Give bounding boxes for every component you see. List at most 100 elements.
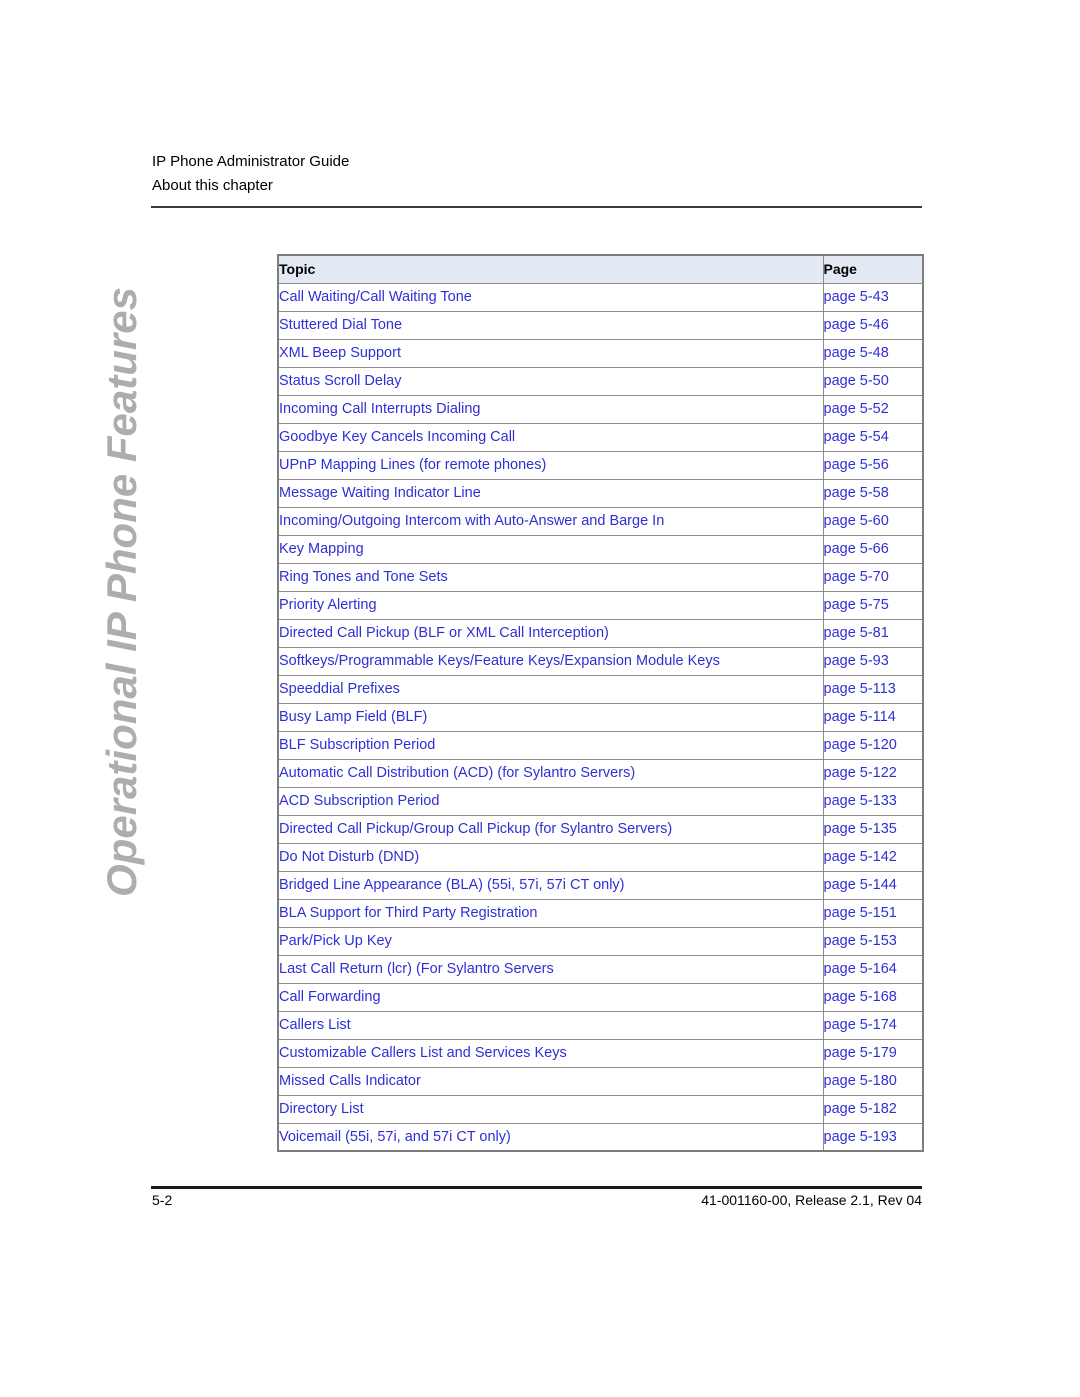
page-link[interactable]: page 5-151 <box>822 898 924 928</box>
page-link[interactable]: page 5-144 <box>822 870 924 900</box>
page-link[interactable]: page 5-193 <box>822 1122 924 1152</box>
topic-link[interactable]: Incoming/Outgoing Intercom with Auto-Ans… <box>277 506 824 536</box>
page-link[interactable]: page 5-164 <box>822 954 924 984</box>
topic-link[interactable]: Last Call Return (lcr) (For Sylantro Ser… <box>277 954 824 984</box>
page-link[interactable]: page 5-135 <box>822 814 924 844</box>
page-link[interactable]: page 5-58 <box>822 478 924 508</box>
table-header: Topic Page <box>277 254 924 284</box>
topic-link[interactable]: BLA Support for Third Party Registration <box>277 898 824 928</box>
page-link[interactable]: page 5-43 <box>822 282 924 312</box>
topic-link[interactable]: BLF Subscription Period <box>277 730 824 760</box>
table-row: Directory List page 5-182 <box>277 1094 924 1124</box>
topic-link[interactable]: Goodbye Key Cancels Incoming Call <box>277 422 824 452</box>
table-row: Directed Call Pickup (BLF or XML Call In… <box>277 618 924 648</box>
page-link[interactable]: page 5-75 <box>822 590 924 620</box>
page-link[interactable]: page 5-66 <box>822 534 924 564</box>
topic-link[interactable]: Voicemail (55i, 57i, and 57i CT only) <box>277 1122 824 1152</box>
topic-link[interactable]: Park/Pick Up Key <box>277 926 824 956</box>
table-row: Speeddial Prefixes page 5-113 <box>277 674 924 704</box>
topic-link[interactable]: Incoming Call Interrupts Dialing <box>277 394 824 424</box>
table-row: Incoming/Outgoing Intercom with Auto-Ans… <box>277 506 924 536</box>
page-link[interactable]: page 5-179 <box>822 1038 924 1068</box>
table-row: Priority Alerting page 5-75 <box>277 590 924 620</box>
page-link[interactable]: page 5-48 <box>822 338 924 368</box>
page-link[interactable]: page 5-153 <box>822 926 924 956</box>
table-row: Bridged Line Appearance (BLA) (55i, 57i,… <box>277 870 924 900</box>
topic-link[interactable]: UPnP Mapping Lines (for remote phones) <box>277 450 824 480</box>
topic-link[interactable]: Bridged Line Appearance (BLA) (55i, 57i,… <box>277 870 824 900</box>
table-body: Call Waiting/Call Waiting Tone page 5-43 S… <box>277 282 924 1152</box>
page-link[interactable]: page 5-180 <box>822 1066 924 1096</box>
table-row: Voicemail (55i, 57i, and 57i CT only) pag… <box>277 1122 924 1152</box>
page-link[interactable]: page 5-70 <box>822 562 924 592</box>
page-link[interactable]: page 5-56 <box>822 450 924 480</box>
topic-link[interactable]: Stuttered Dial Tone <box>277 310 824 340</box>
footer-page-number: 5-2 <box>152 1192 173 1208</box>
topic-link[interactable]: Busy Lamp Field (BLF) <box>277 702 824 732</box>
page-link[interactable]: page 5-122 <box>822 758 924 788</box>
page-link[interactable]: page 5-54 <box>822 422 924 452</box>
topic-link[interactable]: Call Waiting/Call Waiting Tone <box>277 282 824 312</box>
topic-link[interactable]: Speeddial Prefixes <box>277 674 824 704</box>
page-link[interactable]: page 5-60 <box>822 506 924 536</box>
table-header-row: Topic Page <box>277 254 924 284</box>
table-row: BLA Support for Third Party Registration… <box>277 898 924 928</box>
topic-link[interactable]: Missed Calls Indicator <box>277 1066 824 1096</box>
topic-link[interactable]: Key Mapping <box>277 534 824 564</box>
chapter-section-title: About this chapter <box>152 177 273 194</box>
header-divider-rule <box>151 206 922 208</box>
table-row: Status Scroll Delay page 5-50 <box>277 366 924 396</box>
table-row: Last Call Return (lcr) (For Sylantro Ser… <box>277 954 924 984</box>
table-row: Call Waiting/Call Waiting Tone page 5-43 <box>277 282 924 312</box>
page-link[interactable]: page 5-114 <box>822 702 924 732</box>
topic-link[interactable]: Do Not Disturb (DND) <box>277 842 824 872</box>
table-row: Goodbye Key Cancels Incoming Call page 5-… <box>277 422 924 452</box>
page-link[interactable]: page 5-50 <box>822 366 924 396</box>
page-link[interactable]: page 5-113 <box>822 674 924 704</box>
topic-link[interactable]: Call Forwarding <box>277 982 824 1012</box>
topic-link[interactable]: Priority Alerting <box>277 590 824 620</box>
topic-link[interactable]: ACD Subscription Period <box>277 786 824 816</box>
table-row: Busy Lamp Field (BLF) page 5-114 <box>277 702 924 732</box>
page-link[interactable]: page 5-81 <box>822 618 924 648</box>
footer-document-id: 41-001160-00, Release 2.1, Rev 04 <box>701 1192 922 1208</box>
page-link[interactable]: page 5-133 <box>822 786 924 816</box>
page-link[interactable]: page 5-174 <box>822 1010 924 1040</box>
page-link[interactable]: page 5-182 <box>822 1094 924 1124</box>
table-row: ACD Subscription Period page 5-133 <box>277 786 924 816</box>
table-row: Customizable Callers List and Services K… <box>277 1038 924 1068</box>
table-row: XML Beep Support page 5-48 <box>277 338 924 368</box>
topic-link[interactable]: Softkeys/Programmable Keys/Feature Keys/… <box>277 646 824 676</box>
page-running-header: IP Phone Administrator Guide About this … <box>152 150 922 198</box>
page-link[interactable]: page 5-46 <box>822 310 924 340</box>
page-link[interactable]: page 5-168 <box>822 982 924 1012</box>
topic-link[interactable]: Automatic Call Distribution (ACD) (for S… <box>277 758 824 788</box>
topic-link[interactable]: Directed Call Pickup/Group Call Pickup (… <box>277 814 824 844</box>
column-header-topic: Topic <box>277 254 824 284</box>
table-row: Message Waiting Indicator Line page 5-58 <box>277 478 924 508</box>
page-link[interactable]: page 5-52 <box>822 394 924 424</box>
topic-link[interactable]: Callers List <box>277 1010 824 1040</box>
table-row: Directed Call Pickup/Group Call Pickup (… <box>277 814 924 844</box>
table-row: Key Mapping page 5-66 <box>277 534 924 564</box>
topic-link[interactable]: Status Scroll Delay <box>277 366 824 396</box>
table-row: Missed Calls Indicator page 5-180 <box>277 1066 924 1096</box>
topic-link[interactable]: XML Beep Support <box>277 338 824 368</box>
page-link[interactable]: page 5-93 <box>822 646 924 676</box>
chapter-side-tab-label: Operational IP Phone Features <box>98 287 145 897</box>
table-row: Softkeys/Programmable Keys/Feature Keys/… <box>277 646 924 676</box>
topic-link[interactable]: Customizable Callers List and Services K… <box>277 1038 824 1068</box>
page-link[interactable]: page 5-142 <box>822 842 924 872</box>
topic-link[interactable]: Message Waiting Indicator Line <box>277 478 824 508</box>
table-row: Incoming Call Interrupts Dialing page 5-5… <box>277 394 924 424</box>
table-row: Callers List page 5-174 <box>277 1010 924 1040</box>
chapter-topic-table: Topic Page Call Waiting/Call Waiting Ton… <box>277 254 924 1152</box>
table-row: Stuttered Dial Tone page 5-46 <box>277 310 924 340</box>
topic-link[interactable]: Directed Call Pickup (BLF or XML Call In… <box>277 618 824 648</box>
topic-link[interactable]: Directory List <box>277 1094 824 1124</box>
page-link[interactable]: page 5-120 <box>822 730 924 760</box>
topic-link[interactable]: Ring Tones and Tone Sets <box>277 562 824 592</box>
table-row: BLF Subscription Period page 5-120 <box>277 730 924 760</box>
column-header-page: Page <box>822 254 924 284</box>
table-row: UPnP Mapping Lines (for remote phones) pa… <box>277 450 924 480</box>
